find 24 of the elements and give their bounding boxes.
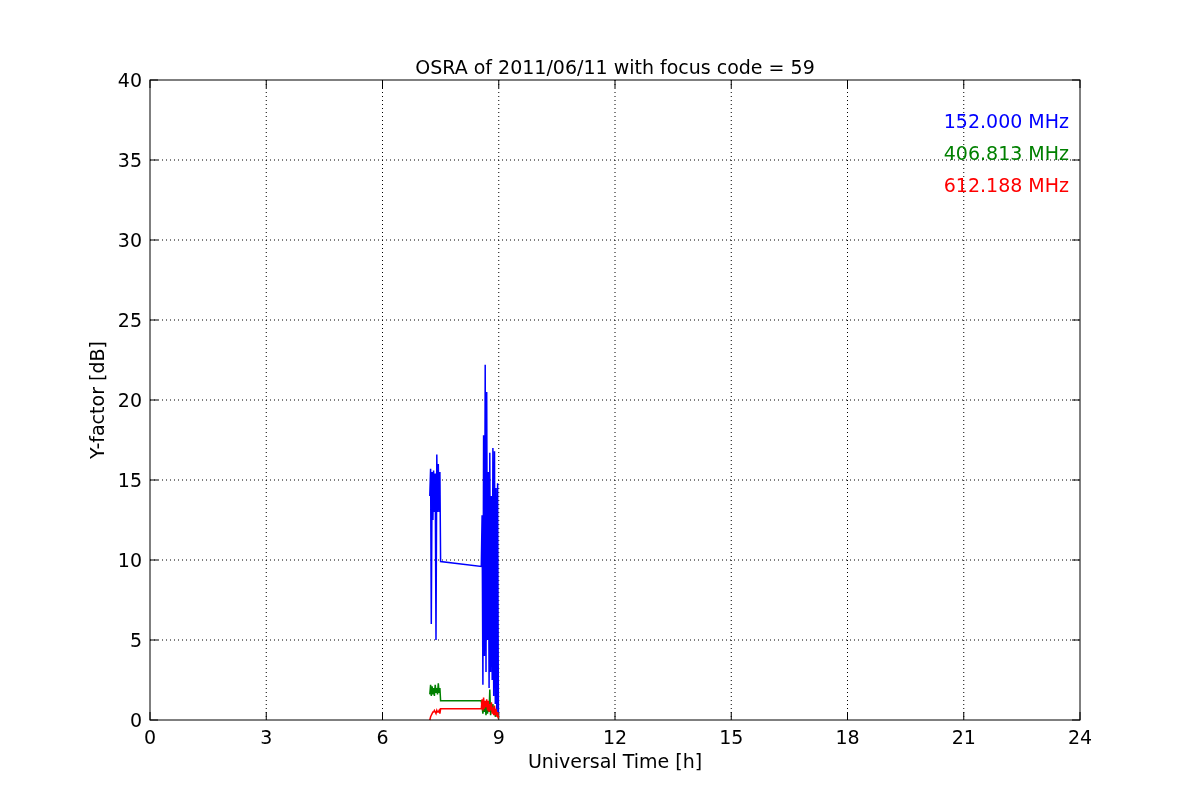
chart-title: OSRA of 2011/06/11 with focus code = 59	[415, 56, 815, 78]
x-tick-label: 3	[260, 726, 273, 748]
x-tick-label: 9	[492, 726, 505, 748]
legend-label: 612.188 MHz	[943, 174, 1069, 196]
y-tick-label: 20	[117, 389, 142, 411]
y-axis-label: Y-factor [dB]	[86, 341, 108, 459]
y-tick-label: 15	[117, 469, 142, 491]
x-axis-label: Universal Time [h]	[527, 750, 703, 772]
y-tick-label: 30	[117, 229, 142, 251]
y-tick-label: 25	[117, 309, 142, 331]
x-tick-label: 6	[376, 726, 389, 748]
y-tick-label: 5	[129, 629, 142, 651]
x-tick-label: 21	[951, 726, 976, 748]
y-tick-label: 0	[129, 709, 142, 731]
y-tick-label: 40	[117, 69, 142, 91]
x-tick-label: 15	[719, 726, 744, 748]
y-tick-label: 35	[117, 149, 142, 171]
x-tick-label: 18	[835, 726, 860, 748]
legend-label: 406.813 MHz	[943, 142, 1069, 164]
y-tick-label: 10	[117, 549, 142, 571]
x-tick-label: 24	[1067, 726, 1093, 748]
legend-label: 152.000 MHz	[943, 110, 1069, 132]
x-tick-label: 0	[143, 726, 157, 748]
x-tick-label: 12	[602, 726, 628, 748]
